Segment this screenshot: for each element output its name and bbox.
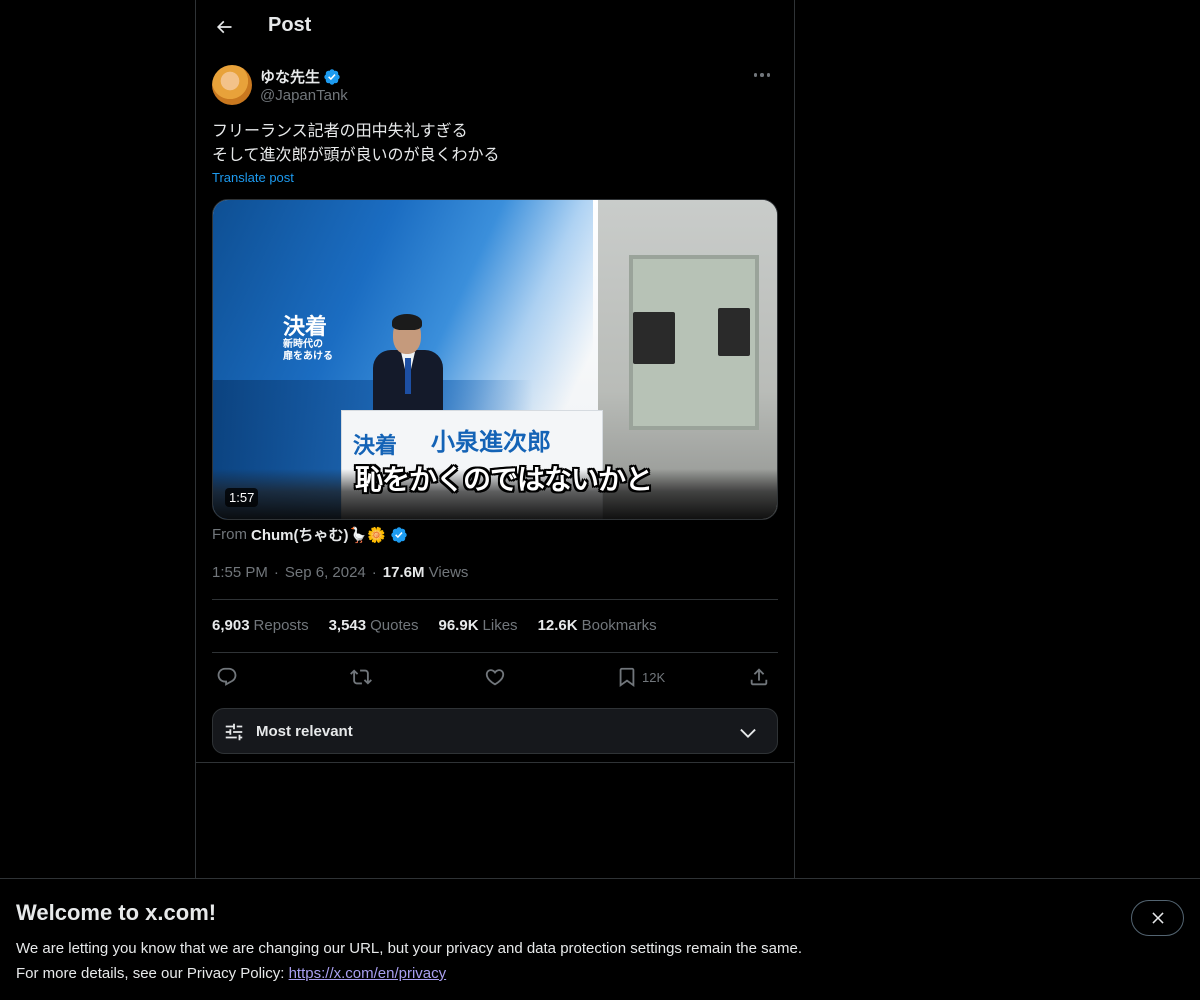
- source-prefix: From: [212, 526, 247, 543]
- views-label: Views: [428, 564, 469, 581]
- heart-icon: [485, 669, 505, 686]
- author-name[interactable]: ゆな先生: [260, 66, 341, 87]
- post-time[interactable]: 1:55 PM: [212, 564, 268, 581]
- post-author: ゆな先生 @JapanTank: [212, 64, 778, 108]
- verified-badge-icon: [324, 68, 340, 85]
- stat-number: 12.6K: [537, 617, 578, 634]
- divider: [196, 762, 794, 763]
- repost-button[interactable]: [350, 660, 372, 694]
- repost-icon: [350, 669, 372, 685]
- video-player[interactable]: 決着 新時代の 扉をあける 決着 小泉進次郎 恥をかくのではないかと 1:57: [212, 199, 778, 520]
- close-icon: [1151, 912, 1164, 924]
- more-options-button[interactable]: [746, 64, 778, 86]
- back-button[interactable]: [208, 11, 240, 43]
- speaker-hair: [392, 314, 422, 330]
- reply-icon: [217, 667, 237, 686]
- loudspeaker: [718, 308, 750, 356]
- stat-number: 6,903: [212, 617, 250, 634]
- stat-reposts[interactable]: 6,903 Reposts: [212, 617, 309, 634]
- banner-line: For more details, see our Privacy Policy…: [16, 961, 802, 986]
- reply-sort-dropdown[interactable]: Most relevant: [212, 708, 778, 754]
- divider: [212, 599, 778, 600]
- welcome-banner: Welcome to x.com! We are letting you kno…: [0, 878, 1200, 1000]
- stat-label: Reposts: [253, 617, 309, 634]
- bookmark-button[interactable]: 12K: [616, 660, 665, 694]
- stat-number: 96.9K: [438, 617, 479, 634]
- sliders-icon: [225, 723, 243, 741]
- bookmark-count: 12K: [642, 669, 666, 685]
- close-banner-button[interactable]: [1131, 900, 1184, 936]
- stat-number: 3,543: [328, 617, 367, 634]
- post-date[interactable]: Sep 6, 2024: [285, 564, 366, 581]
- slogan-main: 決着: [283, 314, 328, 339]
- banner-title: Welcome to x.com!: [16, 900, 217, 925]
- share-button[interactable]: [748, 660, 770, 694]
- author-handle[interactable]: @JapanTank: [260, 87, 348, 104]
- podium-text-right: 小泉進次郎: [431, 429, 551, 456]
- sort-label: Most relevant: [256, 723, 353, 740]
- share-icon: [750, 668, 768, 686]
- banner-text: We are letting you know that we are chan…: [16, 936, 802, 986]
- post-actions: 12K: [204, 660, 786, 694]
- meta-separator: ·: [371, 564, 377, 581]
- more-dot-icon: [766, 73, 771, 77]
- slogan-sub: 扉をあける: [283, 351, 333, 362]
- chevron-down-icon: [740, 728, 756, 738]
- main-column: Post ゆな先生 @JapanTank フリーランス記者の田中失礼すぎる そし…: [195, 0, 795, 878]
- meta-separator: ·: [273, 564, 279, 581]
- page-title: Post: [268, 14, 312, 36]
- post-stats: 6,903 Reposts 3,543 Quotes 96.9K Likes 12.6…: [212, 617, 657, 634]
- verified-badge-icon: [391, 526, 407, 543]
- video-duration: 1:57: [225, 488, 259, 507]
- video-slogan: 決着 新時代の 扉をあける: [283, 315, 333, 363]
- divider: [212, 652, 778, 653]
- avatar[interactable]: [212, 65, 252, 105]
- stat-label: Bookmarks: [581, 617, 657, 634]
- stat-quotes[interactable]: 3,543 Quotes: [329, 617, 419, 634]
- reply-button[interactable]: [216, 660, 238, 694]
- stat-bookmarks[interactable]: 12.6K Bookmarks: [538, 617, 657, 634]
- video-subtitle: 恥をかくのではないかと: [355, 464, 653, 495]
- stat-label: Quotes: [370, 617, 419, 634]
- more-dot-icon: [760, 73, 764, 77]
- banner-line: We are letting you know that we are chan…: [16, 940, 802, 957]
- post-header: Post: [196, 0, 794, 53]
- podium-text-left: 決着: [353, 433, 398, 458]
- more-dot-icon: [753, 73, 758, 77]
- video-source: From Chum(ちゃむ)🪿🌼: [212, 524, 408, 545]
- bookmark-icon: [619, 667, 635, 688]
- author-display-name: ゆな先生: [260, 69, 321, 86]
- slogan-sub: 新時代の: [283, 339, 323, 350]
- source-name[interactable]: Chum(ちゃむ)🪿🌼: [251, 524, 386, 545]
- stat-label: Likes: [482, 617, 518, 634]
- views-count: 17.6M: [382, 564, 425, 581]
- stat-likes[interactable]: 96.9K Likes: [439, 617, 518, 634]
- speaker-tie: [405, 358, 411, 394]
- arrow-left-icon: [216, 20, 232, 34]
- loudspeaker: [633, 312, 675, 364]
- translate-post-link[interactable]: Translate post: [212, 170, 294, 185]
- privacy-policy-link[interactable]: https://x.com/en/privacy: [289, 965, 447, 982]
- post-text: フリーランス記者の田中失礼すぎる そして進次郎が頭が良いのが良くわかる: [212, 123, 500, 164]
- banner-line-prefix: For more details, see our Privacy Policy…: [16, 965, 289, 982]
- post-meta: 1:55 PM · Sep 6, 2024 · 17.6M Views: [212, 564, 468, 581]
- like-button[interactable]: [484, 660, 506, 694]
